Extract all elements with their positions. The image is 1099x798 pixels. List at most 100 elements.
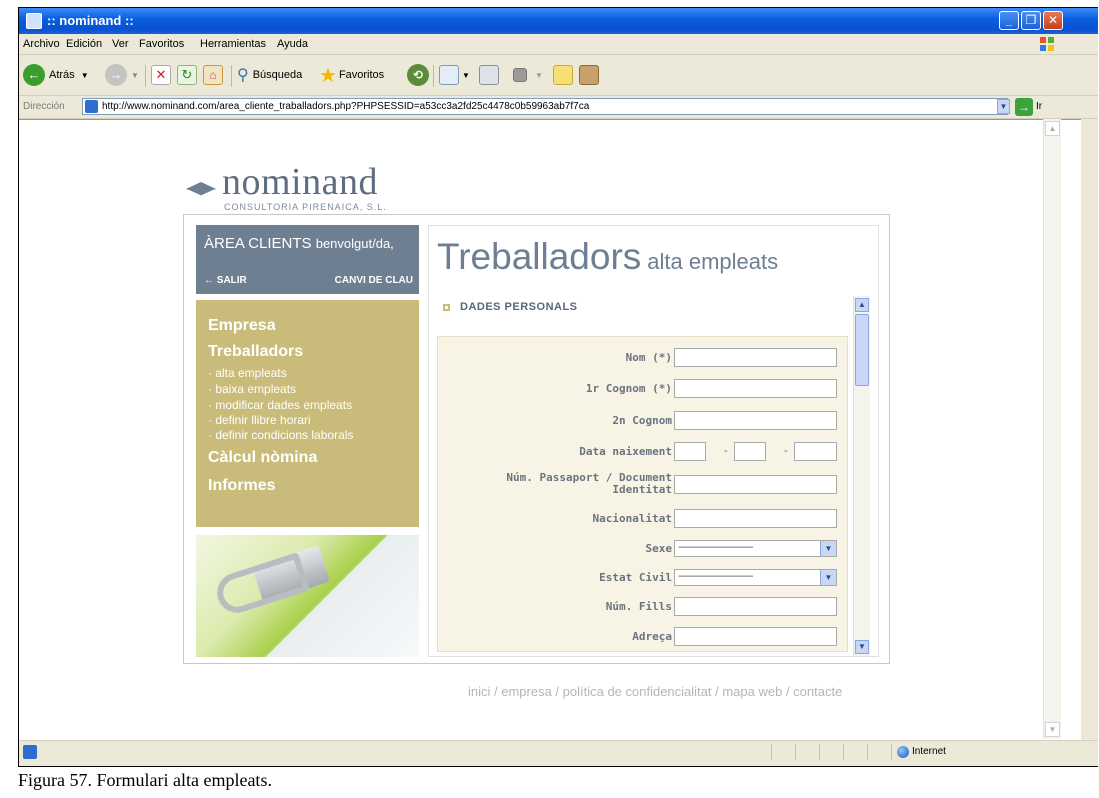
chevron-down-icon: ▼ [80,70,89,80]
label-nom: Nom (*) [625,351,672,364]
go-arrow-icon[interactable]: → [1015,98,1033,116]
side-nav: Empresa Treballadors · alta empleats · b… [196,300,419,527]
nav-calcul-nomina[interactable]: Càlcul nòmina [208,449,317,467]
go-button[interactable]: Ir [1036,101,1042,112]
home-button[interactable]: ⌂ [203,62,223,88]
sexe-select[interactable]: -------------------------------- ▼ [674,540,837,557]
nom-input[interactable] [674,348,837,367]
history-button[interactable]: ⟲ [407,62,429,88]
nav-treballadors[interactable]: Treballadors [208,343,303,361]
security-zone: Internet [912,746,946,757]
label-naixement: Data naixement [579,445,672,458]
page-scrollbar[interactable]: ▲ ▼ [1043,119,1061,739]
birth-day-input[interactable] [674,442,706,461]
scroll-up-icon[interactable]: ▲ [855,298,869,312]
status-divider [819,744,820,760]
forward-arrow-icon: → [105,64,127,86]
ie-app-icon [26,13,42,29]
address-dropdown-button[interactable]: ▼ [997,99,1010,114]
logo-stack-icon [186,182,216,196]
page-status-icon [23,745,37,759]
personal-data-form: Nom (*) 1r Cognom (*) 2n Cognom Data nai… [437,336,848,652]
scroll-down-icon[interactable]: ▼ [1045,722,1060,737]
birth-month-input[interactable] [734,442,766,461]
window-title: :: nominand :: [47,13,134,28]
stop-button[interactable]: ✕ [151,62,171,88]
minimize-button[interactable]: _ [999,11,1019,30]
search-button[interactable]: ⚲ Búsqueda [237,62,302,88]
nav-llibre-horari[interactable]: · definir llibre horari [208,413,311,427]
change-password-link[interactable]: CANVI DE CLAU [335,275,413,286]
print-button[interactable] [479,62,499,88]
birth-year-input[interactable] [794,442,837,461]
address-label: Dirección [23,101,65,112]
client-area-heading: ÀREA CLIENTS benvolgut/da, [204,235,394,252]
cognom1-input[interactable] [674,379,837,398]
estat-civil-select[interactable]: -------------------------------- ▼ [674,569,837,586]
edit-button[interactable]: ▼ [513,62,543,88]
document-input[interactable] [674,475,837,494]
nav-informes[interactable]: Informes [208,477,276,495]
form-row-cognom2: 2n Cognom [438,410,847,432]
nav-baixa-empleats[interactable]: · baixa empleats [208,382,296,396]
toolbar: ← Atrás ▼ → ▼ ✕ ↻ ⌂ ⚲ Búsqueda ★ Favorit… [19,55,1098,96]
menu-edicion[interactable]: Edición [66,38,102,50]
form-row-estat-civil: Estat Civil ----------------------------… [438,567,847,589]
mail-icon [439,65,459,85]
menu-ayuda[interactable]: Ayuda [277,38,308,50]
discuss-button[interactable] [553,62,573,88]
address-input[interactable]: http://www.nominand.com/area_cliente_tra… [82,98,1008,115]
back-button[interactable]: ← Atrás ▼ [23,62,89,88]
form-row-adreca: Adreça [438,626,847,648]
footer-links[interactable]: inici / empresa / política de confidenci… [468,684,842,699]
status-divider [795,744,796,760]
forward-button[interactable]: → ▼ [105,62,139,88]
browser-window: :: nominand :: _ ❐ ✕ Archivo Edición Ver… [18,7,1098,767]
refresh-icon: ↻ [177,65,197,85]
refresh-button[interactable]: ↻ [177,62,197,88]
cognom2-input[interactable] [674,411,837,430]
status-divider [771,744,772,760]
label-fills: Núm. Fills [605,600,672,613]
status-divider [843,744,844,760]
main-content: Treballadors alta empleats DADES PERSONAL… [428,225,879,657]
form-row-cognom1: 1r Cognom (*) [438,378,847,400]
label-sexe: Sexe [645,542,673,555]
label-cognom2: 2n Cognom [612,414,672,427]
nav-condicions-laborals[interactable]: · definir condicions laborals [208,428,353,442]
nav-modificar-dades[interactable]: · modificar dades empleats [208,398,352,412]
status-bar: Internet [19,740,1098,763]
title-bar: :: nominand :: _ ❐ ✕ [19,8,1098,34]
logout-link[interactable]: ← SALIR [204,275,247,286]
client-area-title: ÀREA CLIENTS [204,235,312,252]
messenger-button[interactable] [579,62,599,88]
section-title: DADES PERSONALS [460,301,578,313]
scroll-down-icon[interactable]: ▼ [855,640,869,654]
clip-handle [212,552,310,618]
form-scrollbar[interactable]: ▲ ▼ [853,296,870,656]
fills-input[interactable] [674,597,837,616]
menu-herramientas[interactable]: Herramientas [200,38,266,50]
favorites-button[interactable]: ★ Favoritos [319,62,384,88]
nav-empresa[interactable]: Empresa [208,317,276,335]
status-divider [891,744,892,760]
adreca-input[interactable] [674,627,837,646]
stop-icon: ✕ [151,65,171,85]
scroll-thumb[interactable] [855,314,869,386]
form-row-naixement: Data naixement - - [438,441,847,463]
page-icon [85,100,98,113]
mail-button[interactable]: ▼ [439,62,470,88]
nacionalitat-input[interactable] [674,509,837,528]
scroll-up-icon[interactable]: ▲ [1045,121,1060,136]
menu-archivo[interactable]: Archivo [23,38,60,50]
maximize-button[interactable]: ❐ [1021,11,1041,30]
page-title-main: Treballadors [437,236,642,277]
back-arrow-icon: ← [23,64,45,86]
address-bar: Dirección http://www.nominand.com/area_c… [19,96,1098,119]
menu-bar: Archivo Edición Ver Favoritos Herramient… [19,34,1098,55]
close-button[interactable]: ✕ [1043,11,1063,30]
menu-ver[interactable]: Ver [112,38,129,50]
menu-favoritos[interactable]: Favoritos [139,38,184,50]
logo-name: nominand [222,161,378,203]
nav-alta-empleats[interactable]: · alta empleats [208,366,287,380]
